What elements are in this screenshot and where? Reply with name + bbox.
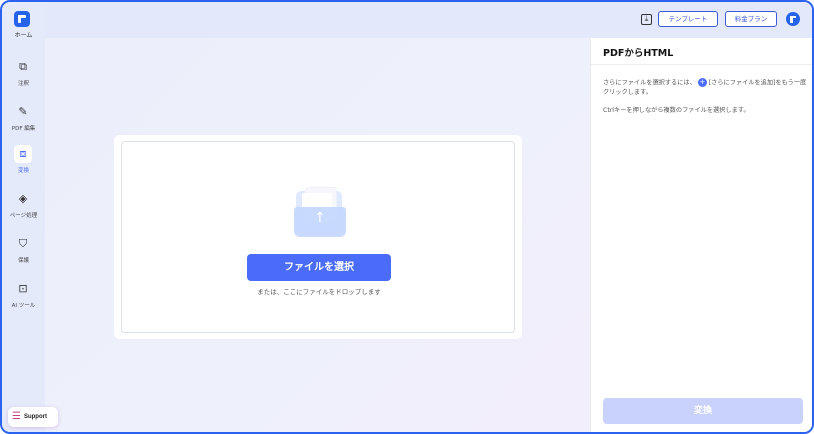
upload-card: ↑ ファイルを選択 または、ここにファイルをドロップします <box>114 135 522 339</box>
plus-icon: + <box>697 78 707 87</box>
app-logo-icon[interactable] <box>14 11 30 27</box>
app-window: ホーム ⧉ 注釈 ✎ PDF 編集 ⧈ 変換 ◈ ページ処理 ⛉ 保護 ⊡ AI… <box>0 0 814 434</box>
pricing-button[interactable]: 料金プラン <box>725 11 777 27</box>
sidebar-item-ai-tools[interactable]: ⊡ AI ツール <box>2 280 45 314</box>
convert-icon: ⧈ <box>14 145 32 163</box>
panel-title: PDFからHTML <box>603 48 674 59</box>
top-bar: ⤓ テンプレート 料金プラン <box>45 2 812 38</box>
download-icon[interactable]: ⤓ <box>641 14 652 25</box>
support-label: Support <box>23 414 47 420</box>
sidebar-item-page-processing[interactable]: ◈ ページ処理 <box>2 190 45 224</box>
sidebar-item-label: 注釈 <box>17 81 29 87</box>
sidebar-item-protect[interactable]: ⛉ 保護 <box>2 235 45 269</box>
ai-tools-icon: ⊡ <box>18 282 28 295</box>
annotate-icon: ⧉ <box>19 60 27 73</box>
account-icon[interactable] <box>786 12 800 26</box>
convert-button[interactable]: 変換 <box>603 398 803 424</box>
sidebar-item-convert[interactable]: ⧈ 変換 <box>2 145 45 179</box>
select-file-button[interactable]: ファイルを選択 <box>247 254 391 281</box>
divider <box>591 64 812 65</box>
add-files-hint-before: さらにファイルを選択するには、 <box>603 79 696 87</box>
folder-upload-icon: ↑ <box>294 185 346 239</box>
sidebar: ホーム ⧉ 注釈 ✎ PDF 編集 ⧈ 変換 ◈ ページ処理 ⛉ 保護 ⊡ AI… <box>2 2 45 432</box>
shield-icon: ⛉ <box>18 237 28 250</box>
home-label[interactable]: ホーム <box>2 30 45 39</box>
edit-pen-icon: ✎ <box>18 105 28 118</box>
layers-icon: ◈ <box>18 192 28 205</box>
template-button[interactable]: テンプレート <box>658 11 718 27</box>
sidebar-item-label: 保護 <box>17 258 29 264</box>
file-drop-zone[interactable]: ↑ ファイルを選択 または、ここにファイルをドロップします <box>121 141 515 333</box>
sidebar-item-label: 変換 <box>17 168 29 174</box>
sidebar-item-label: AI ツール <box>11 303 36 309</box>
add-files-hint: さらにファイルを選択するには、 + [さらにファイルを追加]をもう一度クリックし… <box>603 78 808 97</box>
drop-hint-text: または、ここにファイルをドロップします <box>257 288 381 296</box>
sidebar-item-label: PDF 編集 <box>11 126 36 132</box>
main-area: ↑ ファイルを選択 または、ここにファイルをドロップします <box>45 38 590 432</box>
sidebar-item-pdf-edit[interactable]: ✎ PDF 編集 <box>2 103 45 137</box>
multi-select-hint: Ctrlキーを押しながら複数のファイルを選択します。 <box>603 107 750 114</box>
support-button[interactable]: ☰ Support <box>8 407 58 427</box>
chat-icon: ☰ <box>12 411 21 422</box>
sidebar-item-label: ページ処理 <box>9 213 38 219</box>
conversion-panel: PDFからHTML さらにファイルを選択するには、 + [さらにファイルを追加]… <box>590 38 812 432</box>
sidebar-item-annotate[interactable]: ⧉ 注釈 <box>2 58 45 92</box>
